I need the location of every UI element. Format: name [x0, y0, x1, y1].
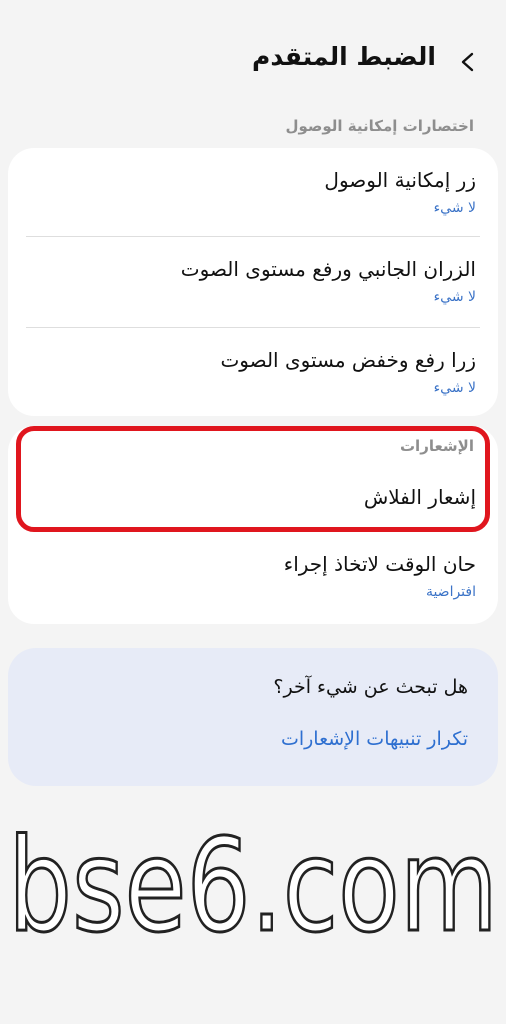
row-title: حان الوقت لاتخاذ إجراء [283, 552, 476, 576]
back-button[interactable] [454, 48, 482, 76]
row-title: الزران الجانبي ورفع مستوى الصوت [180, 257, 476, 281]
side-and-volume-up-row[interactable]: الزران الجانبي ورفع مستوى الصوت لا شيء [8, 237, 498, 327]
repeat-notification-alerts-link[interactable]: تكرار تنبيهات الإشعارات [281, 728, 468, 750]
row-value: افتراضية [425, 584, 476, 600]
notifications-card: الإشعارات إشعار الفلاش حان الوقت لاتخاذ … [8, 426, 498, 624]
page-title: الضبط المتقدم [252, 42, 436, 71]
time-to-take-action-row[interactable]: حان الوقت لاتخاذ إجراء افتراضية [8, 540, 498, 624]
section-label-accessibility-shortcuts: اختصارات إمكانية الوصول [285, 117, 474, 135]
volume-up-down-row[interactable]: زرا رفع وخفض مستوى الصوت لا شيء [8, 328, 498, 416]
chevron-left-icon [461, 52, 474, 72]
suggestion-question: هل تبحث عن شيء آخر؟ [273, 676, 468, 698]
row-title: زرا رفع وخفض مستوى الصوت [220, 348, 476, 372]
row-value: لا شيء [433, 380, 476, 396]
section-label-notifications: الإشعارات [399, 437, 474, 455]
top-app-bar: الضبط المتقدم [0, 40, 506, 80]
watermark-text: bse6.com [8, 812, 498, 961]
flash-notification-row[interactable]: إشعار الفلاش [8, 468, 498, 530]
row-title: إشعار الفلاش [363, 485, 476, 509]
row-value: لا شيء [433, 289, 476, 305]
watermark: bse6.com [7, 811, 500, 963]
accessibility-button-row[interactable]: زر إمكانية الوصول لا شيء [8, 148, 498, 236]
row-title: زر إمكانية الوصول [324, 168, 476, 192]
suggestion-card: هل تبحث عن شيء آخر؟ تكرار تنبيهات الإشعا… [8, 648, 498, 786]
shortcuts-card: زر إمكانية الوصول لا شيء الزران الجانبي … [8, 148, 498, 416]
row-value: لا شيء [433, 200, 476, 216]
